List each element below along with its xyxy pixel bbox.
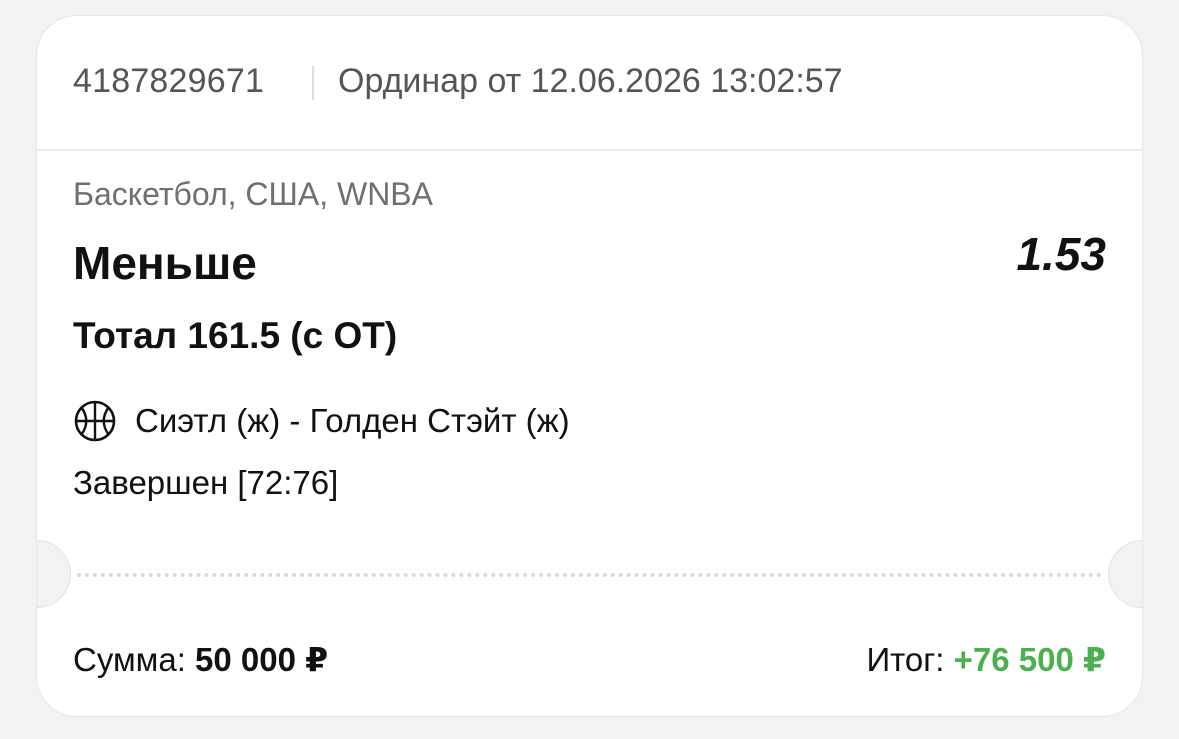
result-label: Итог: (866, 641, 945, 678)
ticket-header: 4187829671 Ординар от 12.06.2026 13:02:5… (37, 16, 1142, 151)
bet-market: Тотал 161.5 (с ОТ) (73, 315, 398, 356)
bet-type-datetime: Ординар от 12.06.2026 13:02:57 (338, 62, 843, 100)
stake-value: 50 000 ₽ (195, 641, 329, 678)
sport-breadcrumb: Баскетбол, США, WNBA (73, 176, 433, 212)
stake-label: Сумма: (73, 641, 186, 678)
result-row: Итог: +76 500 ₽ (866, 640, 1106, 679)
result-value: +76 500 ₽ (953, 641, 1106, 678)
match-name: Сиэтл (ж) - Голден Стэйт (ж) (135, 402, 570, 439)
bet-outcome: Меньше (73, 237, 257, 289)
bet-odds: 1.53 (1016, 228, 1106, 280)
stake-row: Сумма: 50 000 ₽ (73, 640, 328, 679)
ticket-perforation (77, 573, 1102, 577)
header-divider (312, 66, 314, 100)
basketball-icon (74, 400, 116, 442)
match-row[interactable]: Сиэтл (ж) - Голден Стэйт (ж) (73, 399, 570, 443)
match-status: Завершен [72:76] (73, 464, 339, 501)
ticket-notch-left (37, 540, 71, 608)
bet-ticket-card[interactable]: 4187829671 Ординар от 12.06.2026 13:02:5… (37, 16, 1142, 716)
bet-id: 4187829671 (73, 62, 265, 100)
ticket-notch-right (1108, 540, 1142, 608)
